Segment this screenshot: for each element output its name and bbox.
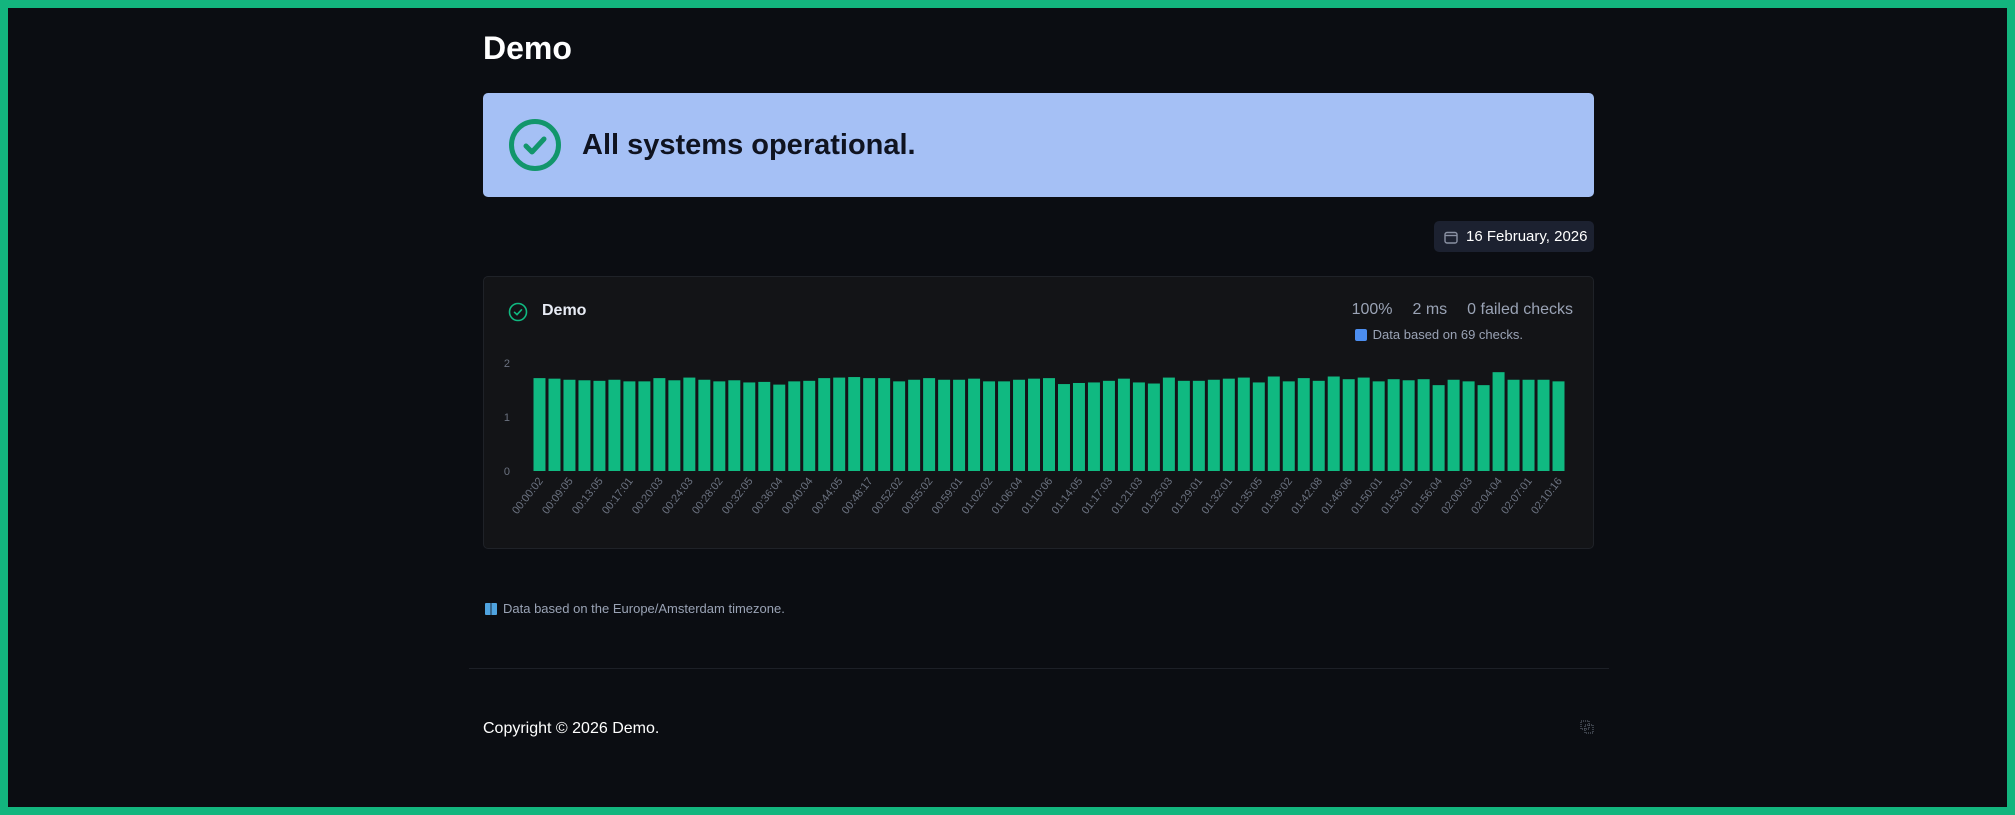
chart-bar[interactable]: [1013, 379, 1026, 471]
map-icon: [485, 602, 497, 615]
chart-bar[interactable]: [743, 382, 756, 471]
chart-bar[interactable]: [923, 378, 936, 471]
date-value: 16 February, 2026: [1466, 228, 1588, 245]
y-tick-label: 0: [504, 466, 510, 478]
chart-bar[interactable]: [1057, 384, 1070, 471]
chart-bar[interactable]: [938, 379, 951, 471]
chart-bar[interactable]: [653, 378, 666, 471]
chart-bar[interactable]: [563, 379, 576, 471]
chart-bar[interactable]: [803, 380, 816, 471]
chart-bar[interactable]: [863, 378, 876, 471]
chart-bar[interactable]: [1552, 381, 1565, 471]
chart-bar[interactable]: [848, 377, 861, 471]
chart-bar[interactable]: [1117, 378, 1130, 471]
response-time-chart: 01200:00:0200:09:0500:13:0500:17:0100:20…: [504, 358, 1565, 517]
chart-bar[interactable]: [953, 379, 966, 471]
timezone-note-text: Data based on the Europe/Amsterdam timez…: [503, 601, 785, 616]
chart-bar[interactable]: [1492, 372, 1505, 471]
chart-bar[interactable]: [638, 381, 651, 471]
chart-bar[interactable]: [623, 381, 636, 471]
chart-bar[interactable]: [998, 381, 1011, 471]
chart-bar[interactable]: [1342, 379, 1355, 471]
chart-bar[interactable]: [1102, 380, 1115, 471]
status-message: All systems operational.: [582, 128, 916, 161]
chart-bar[interactable]: [728, 380, 741, 471]
chart-bar[interactable]: [1028, 378, 1041, 471]
chart-bar[interactable]: [1222, 378, 1235, 471]
chart-bar[interactable]: [1402, 380, 1415, 471]
chart-bar[interactable]: [758, 381, 771, 471]
chart-bar[interactable]: [1043, 378, 1055, 471]
chart-bar[interactable]: [818, 378, 831, 471]
chart-bar[interactable]: [578, 380, 591, 471]
y-tick-label: 1: [504, 412, 510, 424]
page-title: Demo: [483, 30, 572, 66]
chart-bar[interactable]: [1162, 377, 1175, 471]
chart-bar[interactable]: [1087, 382, 1100, 471]
chart-bar[interactable]: [1372, 381, 1385, 471]
calendar-icon: [1444, 231, 1458, 244]
chart-bar[interactable]: [1177, 380, 1190, 471]
chart-bar[interactable]: [983, 381, 996, 471]
chart-bar[interactable]: [1507, 379, 1520, 471]
chart-bar[interactable]: [1267, 376, 1280, 472]
copyright: Copyright © 2026 Demo.: [483, 720, 660, 737]
check-circle-icon: [509, 119, 561, 171]
chart-bar[interactable]: [1327, 376, 1340, 472]
chart-bar[interactable]: [1432, 385, 1445, 471]
chart-bar[interactable]: [1207, 379, 1220, 471]
chart-bar[interactable]: [593, 380, 606, 471]
chart-bar[interactable]: [893, 381, 906, 471]
chart-bar[interactable]: [1297, 378, 1310, 471]
chart-bar[interactable]: [908, 379, 921, 471]
copy-icon[interactable]: [1580, 720, 1594, 734]
chart-bar[interactable]: [1477, 385, 1490, 471]
status-banner: All systems operational.: [483, 93, 1594, 197]
chart-bar[interactable]: [1537, 379, 1550, 471]
chart-bar[interactable]: [698, 379, 711, 471]
chart-bar[interactable]: [1417, 379, 1430, 471]
chart-bar[interactable]: [1072, 382, 1085, 471]
x-tick-label: 02:10:16: [1529, 475, 1565, 516]
chart-bar[interactable]: [608, 379, 621, 471]
chart-bar[interactable]: [533, 378, 546, 471]
chart-bar[interactable]: [1387, 379, 1400, 471]
chart-bar[interactable]: [1522, 379, 1535, 471]
chart-bar[interactable]: [1282, 381, 1295, 471]
chart-bar[interactable]: [548, 378, 561, 471]
chart-bar[interactable]: [668, 380, 681, 471]
chart-bar[interactable]: [1192, 380, 1205, 471]
date-picker-button[interactable]: 16 February, 2026: [1434, 221, 1594, 252]
monitor-card: Demo 100% 2 ms 0 failed checks Data base…: [483, 276, 1594, 549]
timezone-note: Data based on the Europe/Amsterdam timez…: [485, 601, 785, 616]
chart-bar[interactable]: [683, 377, 696, 471]
chart-bar[interactable]: [878, 378, 891, 471]
chart-bar[interactable]: [833, 377, 846, 471]
chart-bar[interactable]: [968, 378, 981, 471]
y-tick-label: 2: [504, 358, 510, 370]
chart-bar[interactable]: [1147, 383, 1160, 471]
chart-bar[interactable]: [1462, 381, 1475, 471]
chart-bar[interactable]: [788, 381, 801, 471]
chart-bar[interactable]: [773, 384, 786, 471]
chart-bar[interactable]: [1252, 382, 1265, 471]
chart-bar[interactable]: [1132, 382, 1145, 471]
chart-bar[interactable]: [1312, 380, 1325, 471]
chart-bar[interactable]: [713, 381, 726, 471]
chart-bar[interactable]: [1447, 379, 1460, 471]
chart-bar[interactable]: [1357, 377, 1370, 471]
chart-bar[interactable]: [1237, 377, 1250, 471]
divider: [469, 668, 1609, 669]
